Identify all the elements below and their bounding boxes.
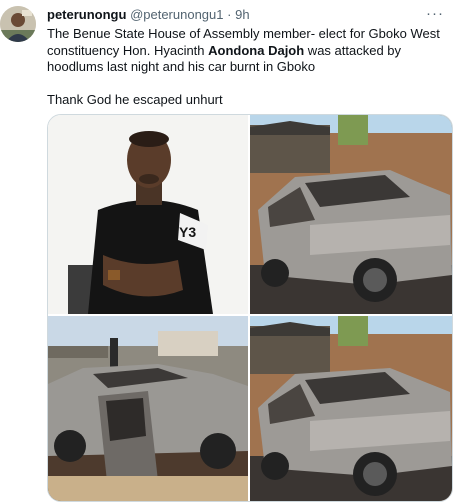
avatar-image — [0, 6, 36, 42]
burnt-car-open-door-photo — [48, 316, 248, 501]
burnt-car-photo — [250, 316, 452, 501]
tweet-text-bold: Aondona Dajoh — [208, 42, 305, 58]
portrait-man-photo: Y3 — [48, 115, 248, 314]
photo-portrait[interactable]: Y3 — [48, 115, 248, 314]
photo-burnt-car-2[interactable] — [48, 316, 248, 501]
display-name[interactable]: peterunongu — [47, 7, 126, 22]
photo-burnt-car-3[interactable] — [250, 316, 452, 501]
tweet-line2: Thank God he escaped unhurt — [47, 91, 223, 107]
media-grid: Y3 — [47, 114, 453, 502]
tweet-header: peterunongu @peterunongu1 · 9h — [47, 7, 250, 23]
photo-burnt-car-1[interactable] — [250, 115, 452, 314]
timestamp[interactable]: 9h — [235, 7, 249, 22]
more-options-icon[interactable]: ··· — [426, 5, 444, 22]
burnt-car-photo — [250, 115, 452, 314]
handle[interactable]: @peterunongu1 — [130, 7, 223, 22]
tweet-paragraph: The Benue State House of Assembly member… — [47, 26, 442, 76]
svg-text:Y3: Y3 — [179, 224, 196, 240]
tweet-text: The Benue State House of Assembly member… — [47, 26, 442, 108]
avatar[interactable] — [0, 6, 36, 42]
separator: · — [227, 7, 232, 22]
